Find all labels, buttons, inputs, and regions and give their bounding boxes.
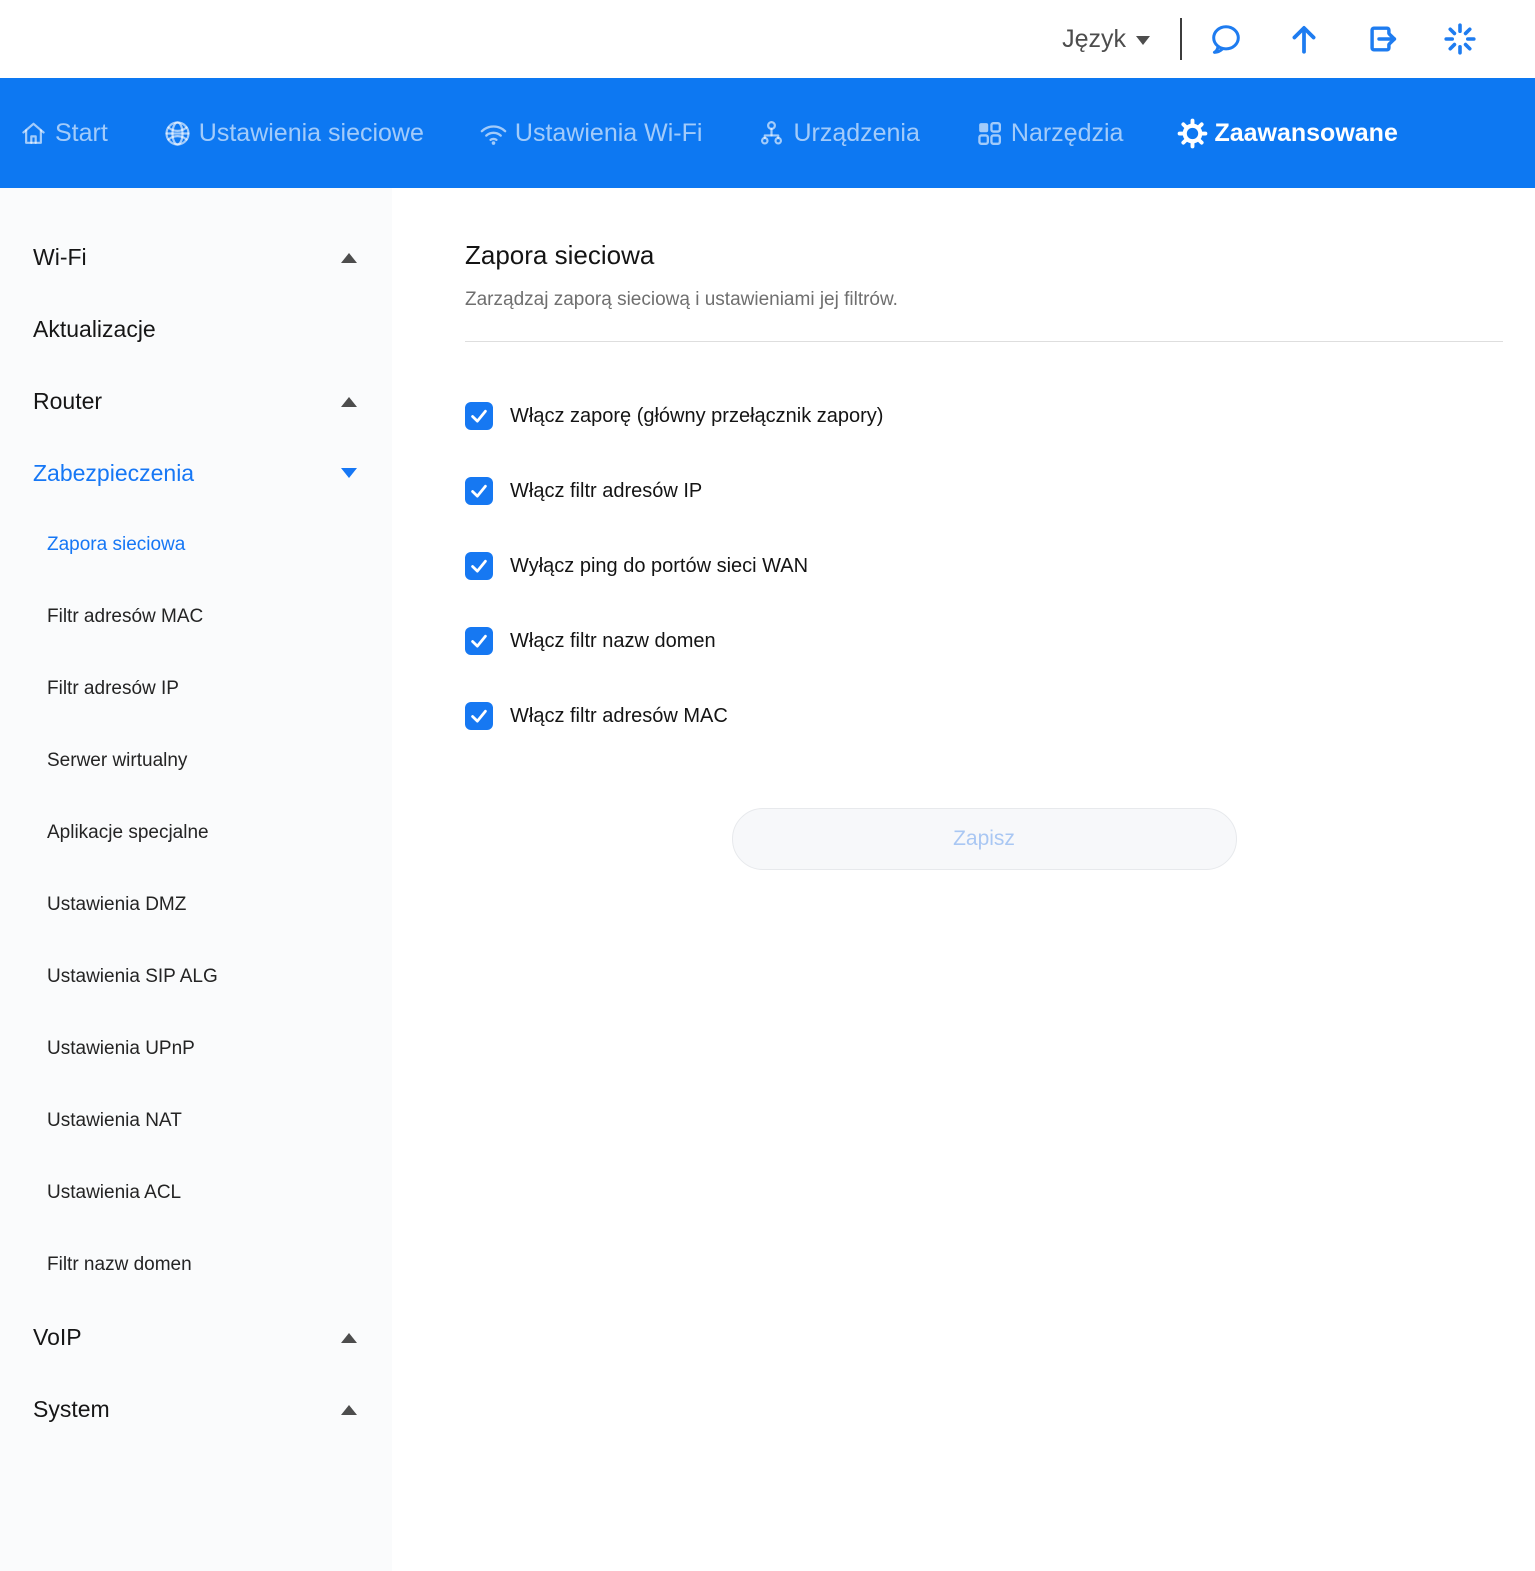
checkbox-row-w-cz-zapor-g-wny-prze-cznik-zapory[interactable]: Włącz zaporę (główny przełącznik zapory) [465,402,1503,430]
nav-item-urz-dzenia[interactable]: Urządzenia [756,118,919,149]
main-content: Zapora sieciowa Zarządzaj zaporą sieciow… [392,188,1535,1571]
language-selector[interactable]: Język [1062,25,1150,54]
check-icon [468,555,490,577]
check-icon [468,405,490,427]
sidebar-item-aplikacje-specjalne[interactable]: Aplikacje specjalne [0,797,392,869]
sidebar-item-ustawienia-dmz[interactable]: Ustawienia DMZ [0,869,392,941]
nav-item-ustawienia-sieciowe[interactable]: Ustawienia sieciowe [162,118,424,149]
checkbox-row-w-cz-filtr-nazw-domen[interactable]: Włącz filtr nazw domen [465,627,1503,655]
nav-item-zaawansowane[interactable]: Zaawansowane [1177,118,1397,149]
save-button[interactable]: Zapisz [732,808,1237,870]
check-icon [468,630,490,652]
topbar-divider [1180,18,1182,60]
sidebar-item-ustawienia-acl[interactable]: Ustawienia ACL [0,1157,392,1229]
sidebar-item-ustawienia-upnp[interactable]: Ustawienia UPnP [0,1013,392,1085]
sidebar: Wi-Fi Aktualizacje Router Zabezpieczenia… [0,188,392,1571]
topbar: Język [0,0,1535,78]
language-label: Język [1062,25,1126,54]
divider [465,341,1503,342]
checkbox[interactable] [465,552,493,580]
nav-item-start[interactable]: Start [18,118,108,149]
main-nav: Start Ustawienia sieciowe Ustawienia Wi-… [0,78,1535,188]
sidebar-item-filtr-adres-w-ip[interactable]: Filtr adresów IP [0,653,392,725]
logout-button[interactable] [1364,21,1400,57]
chevron-down-icon [1136,36,1150,45]
page-title: Zapora sieciowa [465,240,1503,271]
nav-item-ustawienia-wi-fi[interactable]: Ustawienia Wi-Fi [478,118,703,149]
upload-button[interactable] [1286,21,1322,57]
wifi-icon [478,118,509,149]
chat-button[interactable] [1208,21,1244,57]
logout-icon [1364,21,1400,57]
check-icon [468,705,490,727]
collapse-arrow-icon [341,1333,357,1343]
nav-item-narz-dzia[interactable]: Narzędzia [974,118,1124,149]
checkbox[interactable] [465,477,493,505]
collapse-arrow-icon [341,1405,357,1415]
sidebar-item-wi-fi[interactable]: Wi-Fi [0,221,392,293]
sidebar-item-serwer-wirtualny[interactable]: Serwer wirtualny [0,725,392,797]
home-icon [18,118,49,149]
gear-icon [1177,118,1208,149]
sidebar-item-system[interactable]: System [0,1373,392,1445]
sidebar-item-zapora-sieciowa[interactable]: Zapora sieciowa [0,509,392,581]
sidebar-item-ustawienia-nat[interactable]: Ustawienia NAT [0,1085,392,1157]
page-description: Zarządzaj zaporą sieciową i ustawieniami… [465,289,1503,311]
checkbox[interactable] [465,402,493,430]
spinner-icon [1442,21,1478,57]
sidebar-item-filtr-nazw-domen[interactable]: Filtr nazw domen [0,1229,392,1301]
devices-icon [756,118,787,149]
globe-icon [162,118,193,149]
collapse-arrow-icon [341,468,357,478]
sidebar-item-zabezpieczenia[interactable]: Zabezpieczenia [0,437,392,509]
chat-icon [1208,21,1244,57]
tools-icon [974,118,1005,149]
sidebar-item-aktualizacje[interactable]: Aktualizacje [0,293,392,365]
checkbox[interactable] [465,627,493,655]
checkbox[interactable] [465,702,493,730]
check-icon [468,480,490,502]
checkbox-list: Włącz zaporę (główny przełącznik zapory)… [465,402,1503,730]
collapse-arrow-icon [341,253,357,263]
sidebar-item-filtr-adres-w-mac[interactable]: Filtr adresów MAC [0,581,392,653]
refresh-button[interactable] [1442,21,1478,57]
sidebar-item-voip[interactable]: VoIP [0,1301,392,1373]
collapse-arrow-icon [341,397,357,407]
upload-icon [1286,21,1322,57]
sidebar-item-router[interactable]: Router [0,365,392,437]
checkbox-row-w-cz-filtr-adres-w-ip[interactable]: Włącz filtr adresów IP [465,477,1503,505]
checkbox-row-wy-cz-ping-do-port-w-sieci-wan[interactable]: Wyłącz ping do portów sieci WAN [465,552,1503,580]
checkbox-row-w-cz-filtr-adres-w-mac[interactable]: Włącz filtr adresów MAC [465,702,1503,730]
sidebar-item-ustawienia-sip-alg[interactable]: Ustawienia SIP ALG [0,941,392,1013]
